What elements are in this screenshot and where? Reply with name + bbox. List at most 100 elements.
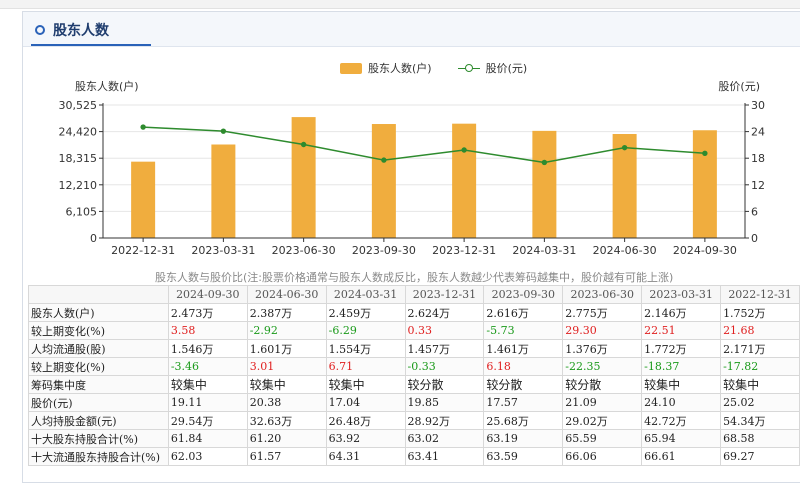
table-row: 股东人数(户) 2.473万 2.387万 2.459万 2.624万 2.616万 2.7… (28, 303, 800, 322)
price-point (461, 147, 467, 153)
table-cell: 较集中 (641, 375, 722, 394)
table-cell: 29.02万 (562, 411, 643, 430)
column-header: 2023-06-30 (562, 285, 643, 304)
bar (291, 117, 316, 238)
table-cell: 61.57 (246, 447, 327, 466)
row-label: 十大流通股东持股合计(%) (28, 447, 169, 466)
table-row: 人均流通股(股) 1.546万 1.601万 1.554万 1.457万 1.461万 1.… (28, 339, 800, 358)
table-cell: 64.31 (325, 447, 406, 466)
table-row: 筹码集中度 较集中 较集中 较集中 较分散 较分散 较分散 较集中 较集中 (28, 375, 800, 394)
table-cell: 较分散 (562, 375, 643, 394)
y-tick-label: 24,420 (59, 126, 98, 139)
bar (211, 144, 236, 238)
table-cell: 63.41 (404, 447, 485, 466)
bar (371, 124, 396, 238)
table-cell: 63.59 (483, 447, 564, 466)
table-cell: 63.92 (325, 429, 406, 448)
y2-axis-title: 股价(元) (718, 80, 760, 93)
table-row: 人均持股金额(元) 29.54万 32.63万 26.48万 28.92万 25.68万 2… (28, 411, 800, 430)
table-cell: 2.616万 (483, 303, 564, 322)
price-point (621, 144, 628, 151)
table-cell: 63.19 (483, 429, 564, 448)
row-label: 人均流通股(股) (28, 339, 169, 358)
table-cell: 63.02 (404, 429, 485, 448)
shareholder-chart: 30,525 30 24,420 24 18,315 18 12,210 12 6,105 6 0 0… (59, 79, 766, 257)
y2-tick-label: 18 (751, 152, 765, 165)
column-header: 2024-09-30 (167, 285, 248, 304)
x-tick-label: 2023-03-31 (191, 244, 255, 257)
table-cell: 28.92万 (404, 411, 485, 430)
table-cell: 0.33 (404, 321, 485, 340)
table-cell: 66.06 (562, 447, 643, 466)
y2-tick-label: 30 (751, 99, 765, 112)
column-header: 2023-03-31 (641, 285, 722, 304)
table-cell: 42.72万 (641, 411, 722, 430)
x-tick-label: 2024-09-30 (673, 244, 737, 257)
table-cell: 6.18 (483, 357, 564, 376)
table-cell: 较集中 (720, 375, 800, 394)
y2-tick-label: 12 (751, 179, 765, 192)
table-cell: 29.54万 (167, 411, 248, 430)
table-cell: 69.27 (720, 447, 800, 466)
table-cell: 1.461万 (483, 339, 564, 358)
table-cell: -0.33 (404, 357, 485, 376)
table-cell: 32.63万 (246, 411, 327, 430)
y-tick-label: 0 (90, 232, 97, 245)
table-cell: -18.37 (641, 357, 722, 376)
table-cell: -2.92 (246, 321, 327, 340)
table-cell: 2.624万 (404, 303, 485, 322)
row-label: 筹码集中度 (28, 375, 169, 394)
table-cell: -6.29 (325, 321, 406, 340)
row-label: 人均持股金额(元) (28, 411, 169, 430)
table-cell: 较集中 (325, 375, 406, 394)
table-cell: 1.376万 (562, 339, 643, 358)
table-cell: -3.46 (167, 357, 248, 376)
table-row: 较上期变化(%) -3.46 3.01 6.71 -0.33 6.18 -22.35 -18.… (28, 357, 800, 376)
table-row: 股价(元) 19.11 20.38 17.04 19.85 17.57 21.09 24.10… (28, 393, 800, 412)
table-cell: 20.38 (246, 393, 327, 412)
table-cell: 1.772万 (641, 339, 722, 358)
table-cell: 29.30 (562, 321, 643, 340)
price-point (140, 124, 146, 130)
table-cell: 1.457万 (404, 339, 485, 358)
table-cell: 65.59 (562, 429, 643, 448)
bar (131, 161, 156, 238)
column-header: 2023-09-30 (483, 285, 564, 304)
row-label: 较上期变化(%) (28, 321, 169, 340)
table-cell: 1.554万 (325, 339, 406, 358)
table-cell: 17.57 (483, 393, 564, 412)
x-tick-label: 2023-12-31 (432, 244, 496, 257)
column-header: 2023-12-31 (404, 285, 485, 304)
column-header: 2022-12-31 (720, 285, 800, 304)
table-cell: 1.752万 (720, 303, 800, 322)
table-cell: 1.601万 (246, 339, 327, 358)
table-cell: 26.48万 (325, 411, 406, 430)
y2-tick-label: 24 (751, 126, 765, 139)
table-cell: 2.171万 (720, 339, 800, 358)
chart-note: 股东人数与股价比(注:股票价格通常与股东人数成反比，股东人数越少代表筹码越集中，… (155, 271, 674, 284)
price-point (381, 157, 387, 163)
table-cell: 6.71 (325, 357, 406, 376)
y-tick-label: 30,525 (59, 99, 98, 112)
table-cell: 较集中 (167, 375, 248, 394)
table-cell: 61.20 (246, 429, 327, 448)
row-label: 较上期变化(%) (28, 357, 169, 376)
table-cell: 62.03 (167, 447, 248, 466)
price-point (300, 141, 307, 148)
table-cell: 3.58 (167, 321, 248, 340)
price-point (220, 128, 227, 134)
bar (692, 130, 717, 238)
price-point (702, 150, 708, 156)
y2-tick-label: 6 (751, 205, 758, 218)
table-cell: 21.68 (720, 321, 800, 340)
price-point (541, 159, 548, 166)
table-cell: 1.546万 (167, 339, 248, 358)
x-tick-label: 2023-09-30 (352, 244, 416, 257)
table-cell: 17.04 (325, 393, 406, 412)
header-corner (28, 285, 169, 304)
table-cell: 25.02 (720, 393, 800, 412)
y-axis-title: 股东人数(户) (75, 79, 139, 93)
table-cell: 2.775万 (562, 303, 643, 322)
table-header-row: 2024-09-30 2024-06-30 2024-03-31 2023-12… (28, 285, 800, 304)
y-tick-label: 6,105 (66, 205, 98, 218)
